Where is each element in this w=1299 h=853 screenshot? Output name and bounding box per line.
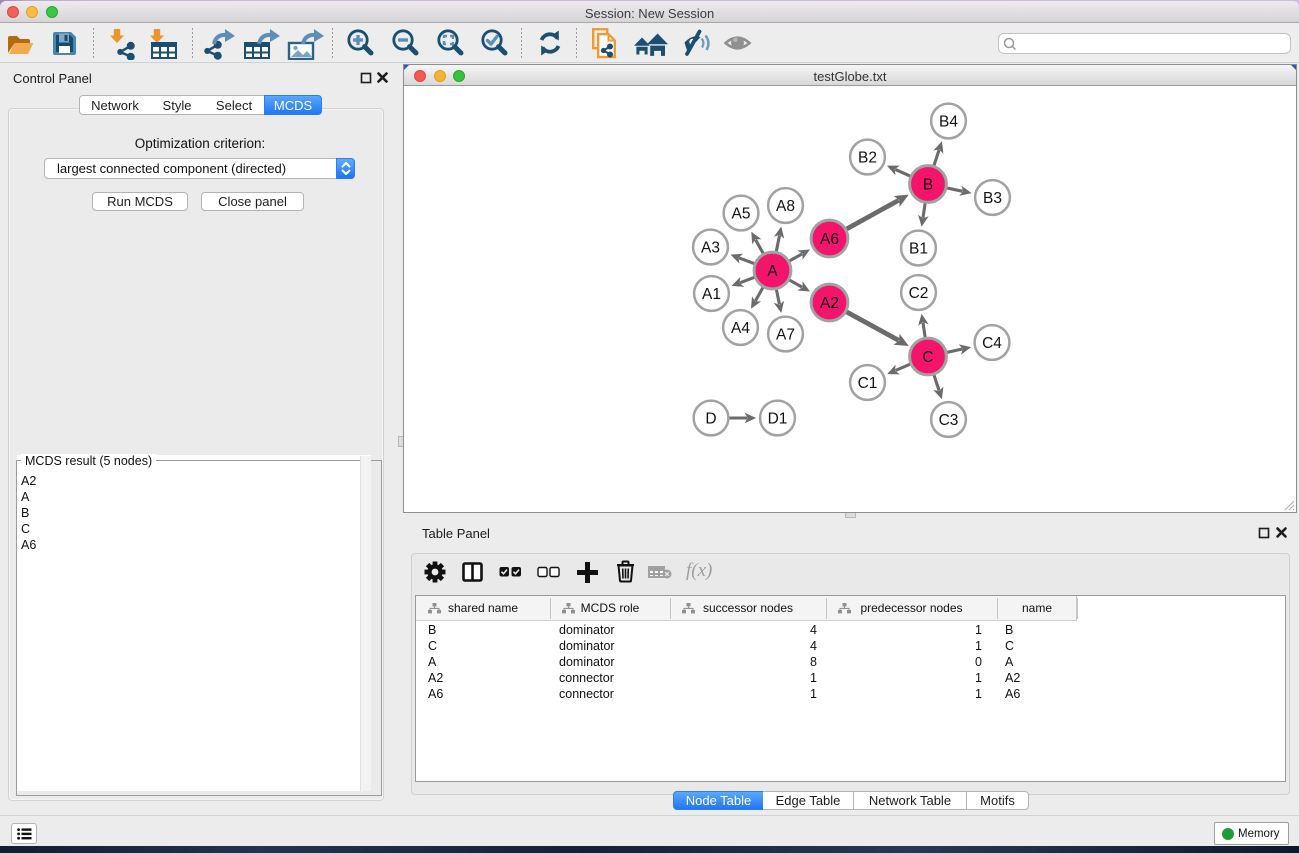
svg-text:A2: A2 xyxy=(820,295,839,312)
svg-text:B2: B2 xyxy=(858,150,877,167)
svg-text:B4: B4 xyxy=(939,114,958,131)
svg-text:A5: A5 xyxy=(732,206,751,223)
svg-text:C: C xyxy=(922,349,933,366)
svg-text:A3: A3 xyxy=(701,240,720,257)
svg-text:C1: C1 xyxy=(858,375,878,392)
svg-text:A4: A4 xyxy=(731,320,750,337)
svg-text:B3: B3 xyxy=(983,190,1002,207)
svg-text:B1: B1 xyxy=(909,241,928,258)
svg-text:C2: C2 xyxy=(909,285,929,302)
svg-text:A6: A6 xyxy=(820,231,839,248)
svg-text:D1: D1 xyxy=(768,411,788,428)
svg-text:A7: A7 xyxy=(776,327,795,344)
svg-text:A1: A1 xyxy=(702,286,721,303)
svg-text:A: A xyxy=(767,263,778,280)
svg-text:B: B xyxy=(923,177,933,194)
svg-text:D: D xyxy=(705,411,716,428)
svg-text:A8: A8 xyxy=(776,198,795,215)
svg-text:C3: C3 xyxy=(939,412,959,429)
svg-text:C4: C4 xyxy=(982,335,1002,352)
